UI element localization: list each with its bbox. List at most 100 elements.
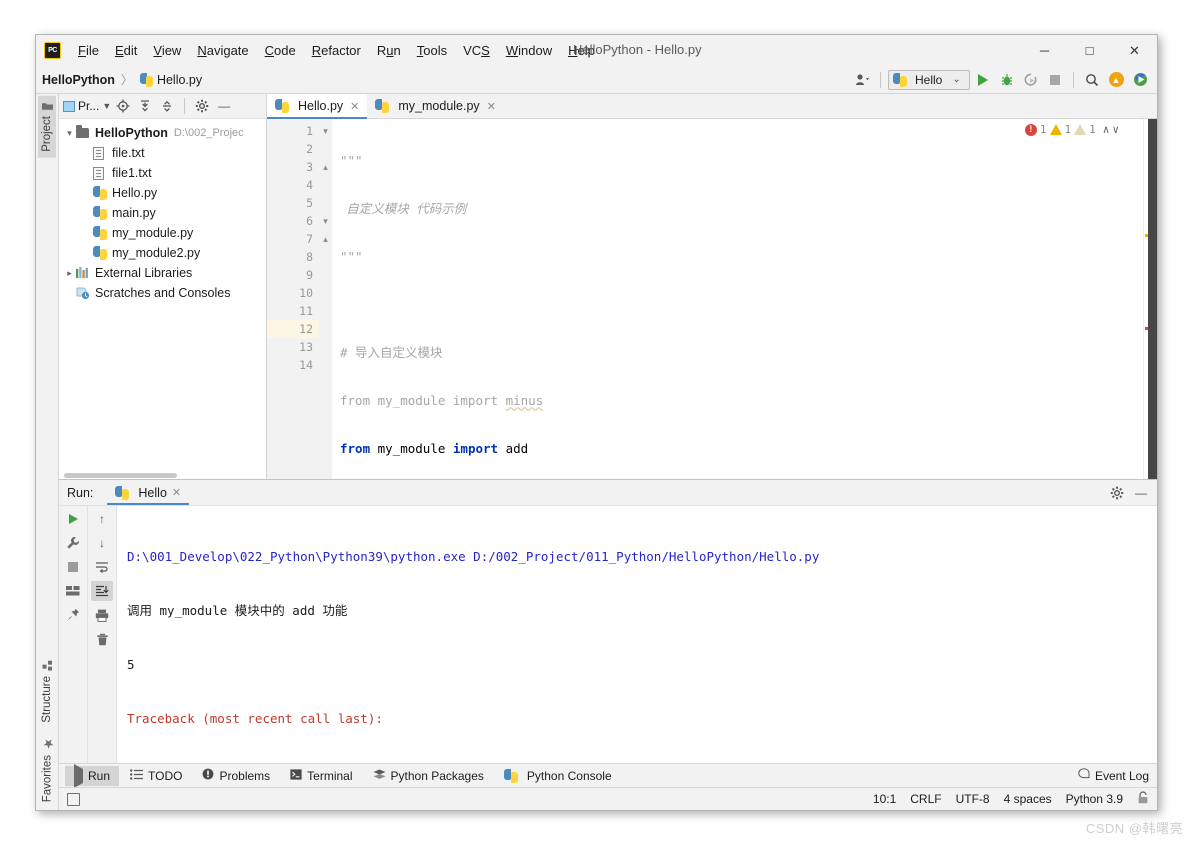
previous-problem-icon[interactable]: ∧: [1103, 123, 1110, 136]
close-icon[interactable]: ✕: [172, 486, 181, 499]
tab-my-module-py[interactable]: my_module.py ✕: [367, 94, 504, 118]
pin-icon[interactable]: [62, 605, 84, 625]
python-icon: [893, 72, 907, 87]
tool-tab-terminal[interactable]: Terminal: [281, 766, 361, 786]
tree-node-file-txt[interactable]: file.txt: [59, 143, 266, 163]
sidebar-item-favorites[interactable]: Favorites ★: [37, 729, 58, 808]
breadcrumb-file[interactable]: Hello.py: [139, 72, 202, 87]
close-icon[interactable]: ✕: [487, 100, 496, 113]
indent-setting[interactable]: 4 spaces: [1004, 792, 1052, 806]
warning-icon: [1049, 124, 1062, 135]
menu-view[interactable]: View: [145, 40, 189, 62]
sidebar-item-project[interactable]: Project: [38, 96, 56, 158]
tree-node-external-libraries[interactable]: ▸ External Libraries: [59, 263, 266, 283]
tree-node-my-module-py[interactable]: my_module.py: [59, 223, 266, 243]
close-button[interactable]: ✕: [1112, 35, 1157, 66]
run-console-output[interactable]: D:\001_Develop\022_Python\Python39\pytho…: [117, 506, 1157, 763]
menu-refactor[interactable]: Refactor: [304, 40, 369, 62]
menu-window[interactable]: Window: [498, 40, 560, 62]
project-horizontal-scrollbar[interactable]: [64, 473, 177, 478]
line-number-current: 12: [267, 320, 319, 338]
tree-node-hellopython[interactable]: ▾ HelloPython D:\002_Projec: [59, 123, 266, 143]
stop-icon[interactable]: [62, 557, 84, 577]
file-encoding[interactable]: UTF-8: [956, 792, 990, 806]
breadcrumb-project[interactable]: HelloPython: [42, 73, 115, 87]
tree-node-my-module2-py[interactable]: my_module2.py: [59, 243, 266, 263]
settings-gear-icon[interactable]: [1107, 483, 1127, 503]
project-view-selector[interactable]: Pr... ▼: [63, 99, 111, 113]
locate-icon[interactable]: [113, 96, 133, 116]
tool-tab-problems[interactable]: Problems: [193, 766, 279, 786]
debug-button[interactable]: [996, 69, 1018, 91]
update-project-icon[interactable]: ▲: [1105, 69, 1127, 91]
lock-icon[interactable]: [1137, 791, 1149, 807]
pycharm-window: PC File Edit View Navigate Code Refactor…: [35, 34, 1158, 811]
fold-marker-docstring-end[interactable]: ▴: [319, 158, 332, 176]
python-interpreter[interactable]: Python 3.9: [1066, 792, 1123, 806]
tree-node-file1-txt[interactable]: file1.txt: [59, 163, 266, 183]
maximize-button[interactable]: □: [1067, 35, 1112, 66]
toggle-tool-windows-icon[interactable]: [67, 792, 80, 806]
code-span: """: [340, 249, 363, 264]
up-arrow-icon[interactable]: ↑: [91, 509, 113, 529]
rerun-icon[interactable]: [62, 509, 84, 529]
run-with-coverage-button[interactable]: [1020, 69, 1042, 91]
close-icon[interactable]: ✕: [350, 100, 359, 113]
menu-navigate[interactable]: Navigate: [189, 40, 256, 62]
caret-position[interactable]: 10:1: [873, 792, 896, 806]
line-number: 14: [299, 358, 313, 372]
upper-area: Pr... ▼ — ▾ HelloPython D:\002_Projec fi…: [59, 94, 1157, 479]
print-icon[interactable]: [91, 605, 113, 625]
stop-button[interactable]: [1044, 69, 1066, 91]
hide-icon[interactable]: —: [1131, 483, 1151, 503]
tree-node-hello-py[interactable]: Hello.py: [59, 183, 266, 203]
tab-hello-py[interactable]: Hello.py ✕: [267, 94, 368, 119]
run-secondary-toolbar: ↑ ↓: [88, 506, 117, 763]
menu-file[interactable]: File: [70, 40, 107, 62]
code-text[interactable]: """ 自定义模块 代码示例 """ # 导入自定义模块 from my_mod…: [332, 119, 1143, 479]
tree-node-main-py[interactable]: main.py: [59, 203, 266, 223]
run-tab-hello[interactable]: Hello ✕: [107, 480, 189, 505]
event-log-button[interactable]: Event Log: [1078, 768, 1149, 783]
settings-gear-icon[interactable]: [192, 96, 212, 116]
tool-tab-run[interactable]: Run: [65, 763, 120, 788]
run-anything-icon[interactable]: [1129, 69, 1151, 91]
soft-wrap-icon[interactable]: [91, 557, 113, 577]
chevron-down-icon[interactable]: ▾: [63, 128, 76, 139]
minimize-button[interactable]: ─: [1022, 35, 1067, 66]
menu-run[interactable]: Run: [369, 40, 409, 62]
scroll-to-end-icon[interactable]: [91, 581, 113, 601]
tool-tab-python-packages[interactable]: Python Packages: [364, 766, 493, 786]
run-button[interactable]: [972, 69, 994, 91]
expand-all-icon[interactable]: [135, 96, 155, 116]
line-separator[interactable]: CRLF: [910, 792, 941, 806]
run-configuration-selector[interactable]: Hello ⌄: [888, 69, 970, 90]
trash-icon[interactable]: [91, 629, 113, 649]
tool-tab-label: Run: [88, 768, 111, 783]
fold-marker-docstring-start[interactable]: ▾: [319, 122, 332, 140]
menu-edit[interactable]: Edit: [107, 40, 145, 62]
search-icon[interactable]: [1081, 69, 1103, 91]
tool-tab-python-console[interactable]: Python Console: [495, 766, 621, 786]
tree-node-scratches-and-consoles[interactable]: Scratches and Consoles: [59, 283, 266, 303]
fold-marker-imports-start[interactable]: ▾: [319, 212, 332, 230]
window-controls: ─ □ ✕: [1022, 35, 1157, 66]
next-problem-icon[interactable]: ∨: [1112, 123, 1119, 136]
run-label: Run:: [67, 485, 94, 500]
sidebar-item-structure[interactable]: Structure: [38, 655, 56, 729]
user-account-icon[interactable]: [851, 69, 873, 91]
hide-icon[interactable]: —: [214, 96, 234, 116]
tool-tab-todo[interactable]: TODO: [121, 766, 191, 786]
collapse-all-icon[interactable]: [157, 96, 177, 116]
breadcrumb-separator: 〉: [120, 73, 133, 87]
chevron-right-icon[interactable]: ▸: [63, 268, 76, 279]
inspection-widget[interactable]: ! 1 1 1 ∧ ∨: [1022, 123, 1121, 136]
fold-marker-imports-end[interactable]: ▴: [319, 230, 332, 248]
menu-vcs[interactable]: VCS: [455, 40, 498, 62]
layout-icon[interactable]: [62, 581, 84, 601]
menu-tools[interactable]: Tools: [409, 40, 455, 62]
down-arrow-icon[interactable]: ↓: [91, 533, 113, 553]
menu-code[interactable]: Code: [257, 40, 304, 62]
wrench-icon[interactable]: [62, 533, 84, 553]
